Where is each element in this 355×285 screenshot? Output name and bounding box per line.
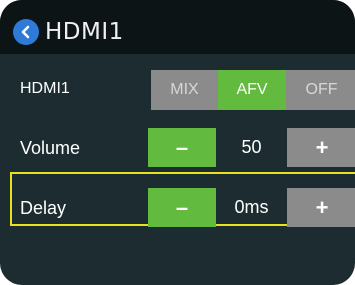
volume-increment-button[interactable]: + — [287, 128, 355, 167]
audio-settings-panel: HDMI1 HDMI1 MIX AFV OFF Volume – 50 + De… — [0, 0, 355, 285]
delay-decrement-button[interactable]: – — [148, 188, 216, 227]
volume-value: 50 — [241, 137, 262, 157]
volume-decrement-button[interactable]: – — [148, 128, 216, 167]
mode-option-off[interactable]: OFF — [286, 70, 355, 110]
mode-option-mix[interactable]: MIX — [151, 70, 218, 110]
mode-label: HDMI1 — [20, 80, 70, 97]
header-bar: HDMI1 — [0, 0, 355, 54]
page-title: HDMI1 — [45, 19, 124, 45]
delay-value: 0ms — [234, 197, 269, 217]
back-button[interactable] — [13, 19, 39, 45]
delay-label: Delay — [20, 198, 67, 218]
delay-increment-button[interactable]: + — [287, 188, 355, 227]
volume-label: Volume — [20, 138, 81, 158]
mode-option-afv[interactable]: AFV — [218, 70, 286, 110]
chevron-left-icon — [21, 25, 30, 39]
